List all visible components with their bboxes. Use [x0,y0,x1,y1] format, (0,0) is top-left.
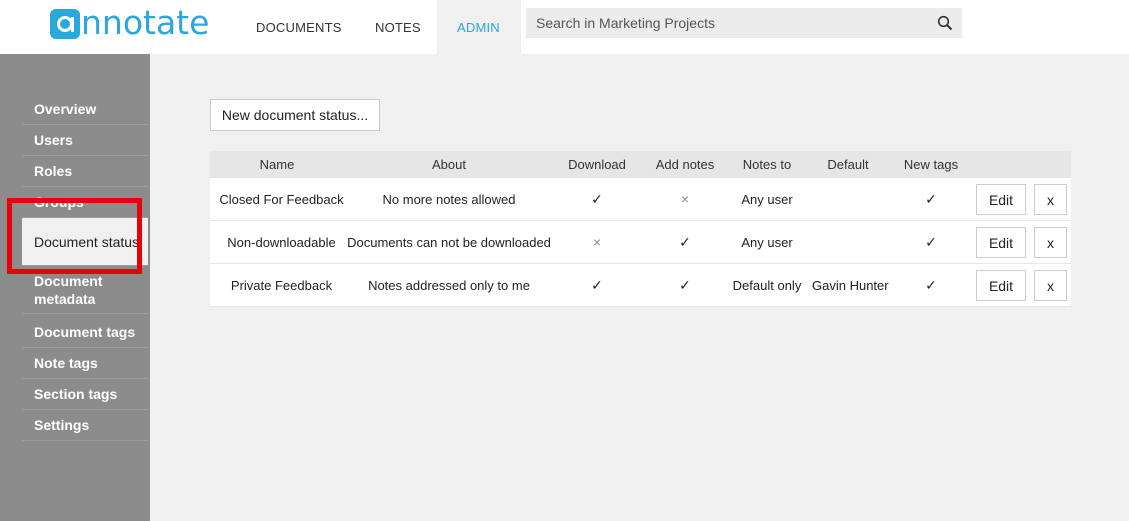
row-about: No more notes allowed [382,191,516,207]
row-about: Notes addressed only to me [368,277,530,293]
header-default: Default [827,157,869,172]
sidebar: Overview Users Roles Groups Document sta… [0,54,150,521]
header-new-tags: New tags [903,157,959,172]
logo-a-icon [50,9,80,39]
sidebar-item-settings[interactable]: Settings [22,410,148,441]
check-icon: ✓ [925,190,937,207]
logo[interactable]: nnotate [50,4,209,40]
document-status-table: Name About Download Add notes Notes to D… [210,151,1071,307]
check-icon: ✓ [925,233,937,250]
search-box [526,8,962,38]
sidebar-item-document-tags[interactable]: Document tags [22,317,148,348]
header-add-notes: Add notes [655,157,715,172]
check-icon: ✓ [591,276,603,293]
check-icon: ✓ [925,276,937,293]
logo-text: nnotate [81,2,210,42]
check-icon: ✓ [591,190,603,207]
sidebar-item-document-metadata[interactable]: Document metadata [22,266,148,314]
cross-icon: × [680,191,690,207]
sidebar-item-roles[interactable]: Roles [22,156,148,187]
sidebar-item-groups[interactable]: Groups [22,187,148,218]
header-download: Download [568,157,626,172]
header-notes-to: Notes to [742,157,792,172]
row-notes-to: Default only [732,277,802,293]
delete-button[interactable]: x [1034,270,1067,301]
table-row: Private Feedback Notes addressed only to… [210,264,1071,307]
row-about: Documents can not be downloaded [347,234,551,250]
header-name: Name [259,157,295,172]
sidebar-item-overview[interactable]: Overview [22,94,148,125]
new-document-status-button[interactable]: New document status... [210,99,380,131]
sidebar-item-note-tags[interactable]: Note tags [22,348,148,379]
delete-button[interactable]: x [1034,227,1067,258]
row-default [808,221,888,263]
top-bar: nnotate DOCUMENTS NOTES ADMIN [0,0,1129,54]
table-row: Closed For Feedback No more notes allowe… [210,178,1071,221]
nav-admin[interactable]: ADMIN [437,0,521,54]
nav-notes[interactable]: NOTES [354,0,442,54]
sidebar-item-section-tags[interactable]: Section tags [22,379,148,410]
row-default: Gavin Hunter [812,277,889,293]
check-icon: ✓ [679,233,691,250]
table-header: Name About Download Add notes Notes to D… [210,151,1071,178]
row-name: Private Feedback [230,277,333,293]
search-icon[interactable] [937,15,953,31]
cross-icon: × [592,234,602,250]
edit-button[interactable]: Edit [976,270,1026,301]
row-notes-to: Any user [741,234,793,250]
row-name: Closed For Feedback [219,191,344,207]
nav-documents[interactable]: DOCUMENTS [235,0,363,54]
search-input[interactable] [526,8,926,38]
edit-button[interactable]: Edit [976,184,1026,215]
row-default [808,178,888,220]
row-name: Non-downloadable [227,234,336,250]
header-about: About [432,157,466,172]
table-row: Non-downloadable Documents can not be do… [210,221,1071,264]
check-icon: ✓ [679,276,691,293]
sidebar-item-document-status[interactable]: Document status [22,218,148,266]
sidebar-item-users[interactable]: Users [22,125,148,156]
edit-button[interactable]: Edit [976,227,1026,258]
delete-button[interactable]: x [1034,184,1067,215]
row-notes-to: Any user [741,191,793,207]
